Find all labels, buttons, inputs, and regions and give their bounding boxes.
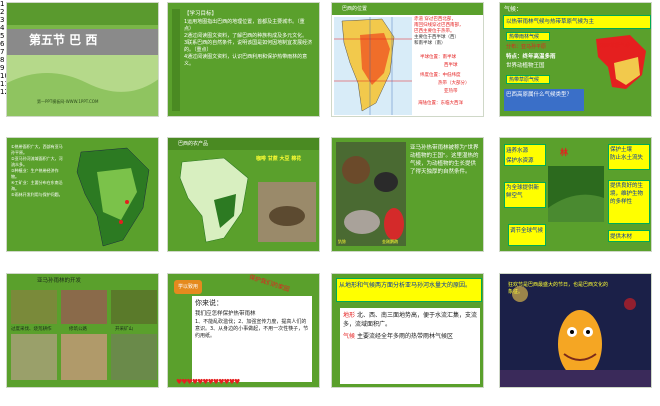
slide-thumbnail-5[interactable]: ①热带面积广大，西部有亚马孙平原。 ②亚马孙河流域面积广大，河流众多。 ③种植业… [6, 137, 159, 252]
slide-1-footer: 第一PPT模板网-WWW.1PPT.COM [37, 99, 99, 104]
slide-2-side-band [172, 9, 180, 111]
slide-11-climate-label: 气候 [343, 333, 356, 340]
slide-7-label-2: 金刚鹦鹉 [382, 239, 398, 244]
slide-8-box-soil-line-1: 保护土壤 [610, 147, 633, 153]
slide-3-right-4: 热带（大部分） [438, 81, 470, 86]
slide-8-box-water-line-1: 涵养水源 [506, 148, 529, 154]
slide-8-box-air: 为全球提供新鲜空气 [504, 182, 546, 208]
slide-11-terrain: 地形 北、西、南三面地势高，便于水流汇集，支流多，流域面积广。 [343, 311, 477, 329]
slide-11-head: 从地形和气候两方面分析亚马孙河水量大的原因。 [336, 278, 482, 302]
slide-3-line-5: 和南半球（南） [414, 41, 446, 46]
slide-12-text: 狂欢节是巴西最盛大的节日，也是巴西文化的象征。 [508, 282, 609, 295]
slide-6-heading: 巴西的农产品 [178, 141, 209, 147]
slide-5-body: ①热带面积广大，西部有亚马孙平原。 ②亚马孙河流域面积广大，河流众多。 ③种植业… [11, 144, 63, 197]
slide-2-heading: 【学习目标】 [184, 11, 218, 17]
slide-3-map [334, 17, 412, 115]
slide-3-right-6: 海陆位置：东临大西洋 [418, 101, 463, 106]
slide-6-photo [258, 182, 316, 242]
slide-3-right-3: 纬度位置：中低纬度 [420, 73, 461, 78]
slide-3-right-1: 半球位置：南半球 [420, 55, 456, 60]
slide-6-map [179, 157, 249, 243]
slide-5-map [76, 147, 150, 247]
slide-4-answer-bar: 以热带雨林气候与热带草原气候为主 [503, 15, 651, 29]
slide-thumbnail-3[interactable]: 巴西的位置 赤道 穿过巴西北部， 南回归线穿过巴西南部， 巴西主要位于热带。 主… [331, 2, 484, 117]
slide-thumbnail-6[interactable]: 巴西的农产品 咖啡 甘蔗 大豆 棉花 [167, 137, 320, 252]
slide-7-photo-collage [336, 142, 406, 246]
slide-8-center-label: 林 [560, 148, 568, 157]
slide-thumbnail-4[interactable]: 气候： 以热带雨林气候与热带草原气候为主 热带雨林气候 分布：亚马孙平原 特点：… [499, 2, 652, 117]
slide-4-rainforest-box: 热带雨林气候 [506, 32, 550, 41]
slide-10-line-2: 1、不能乱砍滥伐；2、加强宣传力度，提高人们的意识。3、从身边的小事做起，不用一… [195, 319, 309, 339]
slide-9-caption-1: 过度采伐、烧荒耕作 [11, 327, 52, 332]
slide-10-tag: 学以致用 [174, 280, 202, 294]
slide-6-crops: 咖啡 甘蔗 大豆 棉花 [256, 156, 302, 162]
slide-thumbnail-7[interactable]: 犰狳 金刚鹦鹉 亚马孙热带雨林被称为"世界动植物的王国"。这里湿热的气候，为动植… [331, 137, 484, 252]
slide-thumbnail-11[interactable]: 从地形和气候两方面分析亚马孙河水量大的原因。 地形 北、西、南三面地势高，便于水… [331, 273, 484, 388]
slide-6-photo-art [258, 182, 316, 242]
slide-3-right-5: 亚热带 [444, 89, 458, 94]
slide-4-brazil-map [596, 35, 646, 89]
slide-11-climate-text: 主要流经全年多雨的热带雨林气候区 [356, 333, 453, 340]
slide-11-climate: 气候 主要流经全年多雨的热带雨林气候区 [343, 332, 477, 341]
slide-sorter: 第五节 巴 西 第一PPT模板网-WWW.1PPT.COM 1 【学习目标】 1… [0, 0, 660, 406]
slide-11-answer-box: 地形 北、西、南三面地势高，便于水流汇集，支流多，流域面积广。 气候 主要流经全… [340, 308, 480, 384]
slide-4-distribution: 分布：亚马孙平原 [506, 44, 547, 50]
slide-10-line-1: 我们应怎样保护热带雨林 [195, 311, 256, 317]
slide-4-feature: 特点：终年高温多雨 [506, 54, 556, 60]
slide-9-caption-3: 开采矿山 [115, 327, 133, 332]
slide-10-speech-box: 你来说： 我们应怎样保护热带雨林 1、不能乱砍滥伐；2、加强宣传力度，提高人们的… [192, 296, 312, 382]
slide-4-savanna-box: 热带草原气候 [506, 75, 550, 84]
slide-11-terrain-text: 北、西、南三面地势高，便于水流汇集，支流多，流域面积广。 [343, 312, 477, 328]
slide-3-right-2: 西半球 [444, 63, 458, 68]
slide-10-speech: 你来说： [195, 299, 223, 307]
slide-8-box-timber: 提供木材 [608, 230, 650, 242]
slide-thumbnail-10[interactable]: 学以致用 保护我们的家园 你来说： 我们应怎样保护热带雨林 1、不能乱砍滥伐；2… [167, 273, 320, 388]
slide-8-box-water: 涵养水源 保护水资源 [504, 144, 546, 166]
slide-8-box-habitat: 提供良好的生境，维护生物的多样性 [608, 180, 650, 224]
slide-8-box-climate: 调节全球气候 [508, 224, 546, 246]
slide-10-hearts: ♥♥♥♥♥♥♥♥♥♥♥♥ [176, 378, 240, 386]
slide-7-animals [336, 142, 406, 246]
slide-8-box-water-line-2: 保护水资源 [506, 158, 534, 164]
slide-thumbnail-9[interactable]: 亚马孙雨林的开发 过度采伐、烧荒耕作 修筑公路 开采矿山 [6, 273, 159, 388]
slide-thumbnail-2[interactable]: 【学习目标】 1运用地图指出巴西的地理位置，首都及主要城市。（重点） 2通过阅读… [167, 2, 320, 117]
slide-8-box-soil: 保护土壤 防止水土流失 [608, 144, 650, 170]
slide-thumbnail-1[interactable]: 第五节 巴 西 第一PPT模板网-WWW.1PPT.COM [6, 2, 159, 117]
slide-7-body: 亚马孙热带雨林被称为"世界动植物的王国"。这里湿热的气候，为动植物的生长提供了得… [410, 145, 479, 175]
slide-1-title: 第五节 巴 西 [29, 33, 98, 47]
slide-thumbnail-12[interactable]: 狂欢节是巴西最盛大的节日，也是巴西文化的象征。 [499, 273, 652, 388]
slide-11-terrain-label: 地形 [343, 312, 356, 319]
slide-4-tag: 热带草原气候 [600, 43, 631, 49]
slide-9-caption-2: 修筑公路 [69, 327, 87, 332]
slide-10-arc: 保护我们的家园 [248, 273, 291, 294]
slide-7-label-1: 犰狳 [338, 239, 346, 244]
slide-8-box-soil-line-2: 防止水土流失 [610, 155, 644, 161]
slide-2-body: 1运用地图指出巴西的地理位置，首都及主要城市。（重点） 2通过阅读图文资料，了解… [184, 19, 313, 67]
slide-thumbnail-8[interactable]: 林 涵养水源 保护水资源 保护土壤 防止水土流失 为全球提供新鲜空气 提供良好的… [499, 137, 652, 252]
slide-4-question: 气候： [504, 6, 523, 13]
slide-4-question-box: 巴西高原属什么气候类型？ [504, 89, 584, 111]
slide-4-kingdom: 世界动植物王国 [506, 63, 545, 69]
